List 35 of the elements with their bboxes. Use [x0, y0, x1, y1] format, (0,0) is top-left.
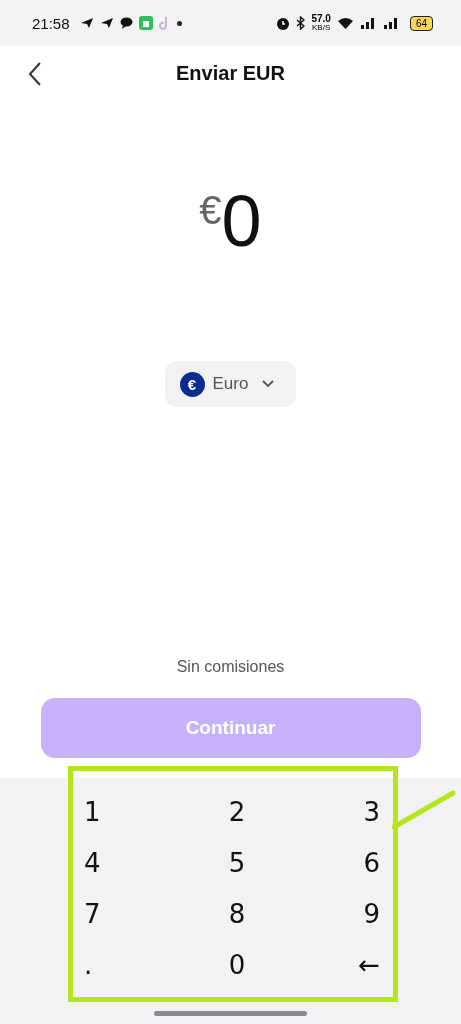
alarm-icon [276, 16, 291, 30]
send-icon [79, 17, 94, 29]
leader-line [392, 790, 456, 830]
keypad-key[interactable]: ← [281, 941, 380, 988]
chat-bubble-icon [119, 17, 133, 29]
keypad-key[interactable]: 3 [281, 788, 380, 835]
keypad-key[interactable]: . [84, 941, 183, 988]
currency-symbol: € [199, 188, 222, 233]
keypad-key[interactable]: 2 [182, 788, 282, 835]
back-icon[interactable] [28, 62, 42, 86]
keypad-key[interactable]: 1 [84, 788, 183, 835]
keypad-key[interactable]: 6 [281, 839, 380, 886]
screen-title: Enviar EUR [176, 61, 285, 85]
battery-level: 64 [409, 15, 433, 31]
dot-icon [176, 20, 182, 26]
keypad-key[interactable]: 9 [281, 890, 380, 937]
network-speed: 57.0 [311, 14, 331, 23]
keypad-key[interactable]: 0 [182, 941, 282, 988]
wifi-icon [336, 16, 354, 30]
amount-value: 0 [221, 184, 262, 258]
currency-selector[interactable]: € Euro [164, 361, 297, 407]
signal-icon [382, 17, 400, 29]
clock-time: 21:58 [32, 14, 70, 32]
app-icon [138, 16, 153, 30]
keypad-key[interactable]: 4 [84, 839, 183, 886]
speed-unit: KB/S [312, 23, 331, 32]
send-icon [99, 17, 114, 29]
keypad-key[interactable]: 5 [182, 839, 282, 886]
keypad-key[interactable]: 7 [84, 890, 183, 937]
bluetooth-icon [296, 16, 306, 30]
signal-icon [359, 17, 377, 29]
fee-note: Sin comisiones [175, 658, 286, 676]
euro-coin-icon: € [179, 371, 205, 397]
chevron-down-icon [262, 380, 275, 388]
keypad-key[interactable]: 8 [182, 890, 282, 937]
